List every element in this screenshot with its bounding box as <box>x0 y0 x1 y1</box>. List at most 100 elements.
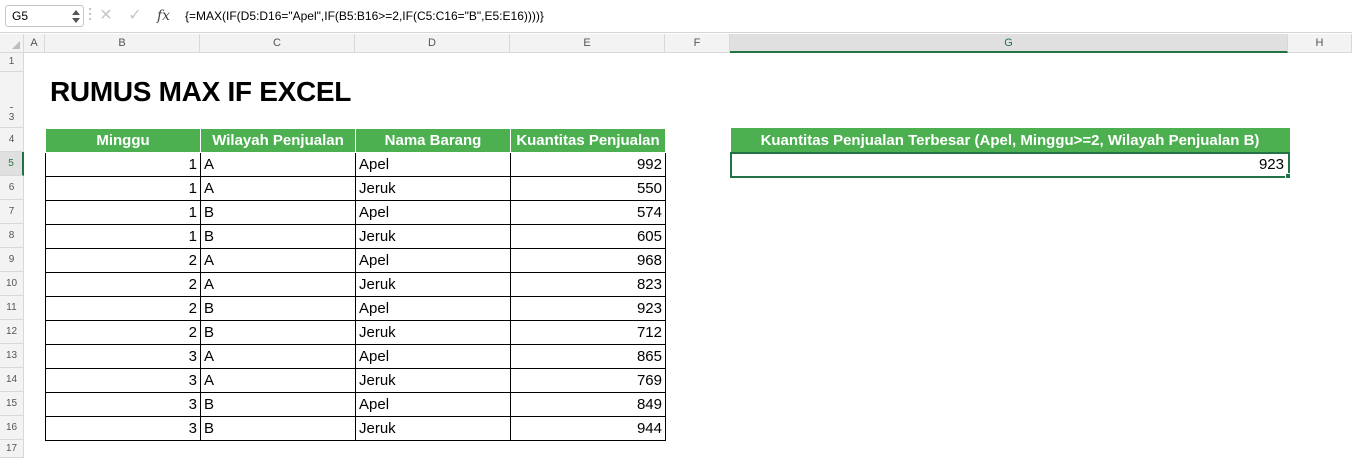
cell-wilayah[interactable]: B <box>200 224 356 249</box>
cell-kuantitas[interactable]: 550 <box>510 176 666 201</box>
cell-kuantitas[interactable]: 944 <box>510 416 666 441</box>
name-box-value: G5 <box>12 9 29 23</box>
select-all-button[interactable] <box>0 34 24 53</box>
cell-wilayah[interactable]: A <box>200 152 356 177</box>
row-header-8[interactable]: 8 <box>0 224 24 248</box>
cell-minggu[interactable]: 3 <box>45 368 201 393</box>
cell-nama-barang[interactable]: Apel <box>355 200 511 225</box>
cell-minggu[interactable]: 3 <box>45 416 201 441</box>
cell-minggu[interactable]: 2 <box>45 272 201 297</box>
row-header-10[interactable]: 10 <box>0 272 24 296</box>
name-box-stepper-icon[interactable] <box>72 8 80 24</box>
row-header-9[interactable]: 9 <box>0 248 24 272</box>
cell-minggu[interactable]: 2 <box>45 320 201 345</box>
cell-kuantitas[interactable]: 823 <box>510 272 666 297</box>
name-box[interactable]: G5 <box>5 5 84 27</box>
row-header-5[interactable]: 5 <box>0 152 24 176</box>
cell-minggu[interactable]: 1 <box>45 176 201 201</box>
sheet-title[interactable]: RUMUS MAX IF EXCEL <box>50 76 351 108</box>
header-wilayah-penjualan[interactable]: Wilayah Penjualan <box>200 128 356 153</box>
row-header-11[interactable]: 11 <box>0 296 24 320</box>
header-kuantitas-penjualan[interactable]: Kuantitas Penjualan <box>510 128 666 153</box>
cell-kuantitas[interactable]: 849 <box>510 392 666 417</box>
cell-kuantitas[interactable]: 769 <box>510 368 666 393</box>
cell-minggu[interactable]: 3 <box>45 344 201 369</box>
column-header-c[interactable]: C <box>200 34 355 53</box>
formula-input[interactable]: {=MAX(IF(D5:D16="Apel",IF(B5:B16>=2,IF(C… <box>185 8 544 24</box>
row-header-6[interactable]: 6 <box>0 176 24 200</box>
cell-nama-barang[interactable]: Apel <box>355 296 511 321</box>
column-header-f[interactable]: F <box>665 34 730 53</box>
row-header-16[interactable]: 16 <box>0 416 24 440</box>
row-header-1[interactable]: 1 <box>0 53 24 72</box>
row-header-7[interactable]: 7 <box>0 200 24 224</box>
close-icon[interactable]: ✕ <box>95 6 117 26</box>
column-header-a[interactable]: A <box>24 34 45 53</box>
cell-minggu[interactable]: 1 <box>45 224 201 249</box>
cell-nama-barang[interactable]: Jeruk <box>355 272 511 297</box>
table-row: 2 A Apel 968 <box>45 248 666 273</box>
cell-wilayah[interactable]: A <box>200 344 356 369</box>
cell-wilayah[interactable]: B <box>200 296 356 321</box>
sales-table: Minggu Wilayah Penjualan Nama Barang Kua… <box>45 128 666 441</box>
cell-wilayah[interactable]: B <box>200 416 356 441</box>
table-header-row: Minggu Wilayah Penjualan Nama Barang Kua… <box>45 128 666 153</box>
header-nama-barang[interactable]: Nama Barang <box>355 128 511 153</box>
row-header-15[interactable]: 15 <box>0 392 24 416</box>
cell-wilayah[interactable]: B <box>200 200 356 225</box>
check-icon[interactable]: ✓ <box>124 6 146 26</box>
cell-nama-barang[interactable]: Apel <box>355 344 511 369</box>
cell-kuantitas[interactable]: 968 <box>510 248 666 273</box>
cell-nama-barang[interactable]: Apel <box>355 152 511 177</box>
table-row: 1 B Apel 574 <box>45 200 666 225</box>
cell-nama-barang[interactable]: Jeruk <box>355 320 511 345</box>
cell-kuantitas[interactable]: 574 <box>510 200 666 225</box>
cell-nama-barang[interactable]: Jeruk <box>355 416 511 441</box>
cell-wilayah[interactable]: A <box>200 272 356 297</box>
row-header-14[interactable]: 14 <box>0 368 24 392</box>
row-header-3[interactable]: 3 <box>0 108 24 128</box>
cell-kuantitas[interactable]: 605 <box>510 224 666 249</box>
table-row: 1 B Jeruk 605 <box>45 224 666 249</box>
cell-nama-barang[interactable]: Apel <box>355 248 511 273</box>
column-header-h[interactable]: H <box>1288 34 1352 53</box>
cell-nama-barang[interactable]: Jeruk <box>355 224 511 249</box>
table-row: 3 A Apel 865 <box>45 344 666 369</box>
cell-wilayah[interactable]: B <box>200 320 356 345</box>
cell-minggu[interactable]: 1 <box>45 200 201 225</box>
cell-wilayah[interactable]: A <box>200 368 356 393</box>
formula-bar: G5 ✕ ✓ fx {=MAX(IF(D5:D16="Apel",IF(B5:B… <box>0 0 1352 33</box>
fill-handle[interactable] <box>1285 173 1291 179</box>
table-row: 3 B Apel 849 <box>45 392 666 417</box>
row-header-17[interactable]: 17 <box>0 440 24 458</box>
insert-function-button[interactable]: fx <box>157 6 177 26</box>
table-row: 1 A Jeruk 550 <box>45 176 666 201</box>
cell-nama-barang[interactable]: Jeruk <box>355 368 511 393</box>
column-header-d[interactable]: D <box>355 34 510 53</box>
cell-minggu[interactable]: 1 <box>45 152 201 177</box>
cell-kuantitas[interactable]: 992 <box>510 152 666 177</box>
column-header-g[interactable]: G <box>730 34 1288 53</box>
cell-wilayah[interactable]: A <box>200 248 356 273</box>
cell-minggu[interactable]: 2 <box>45 296 201 321</box>
column-header-e[interactable]: E <box>510 34 665 53</box>
row-header-12[interactable]: 12 <box>0 320 24 344</box>
table-row: 1 A Apel 992 <box>45 152 666 177</box>
result-header[interactable]: Kuantitas Penjualan Terbesar (Apel, Ming… <box>730 128 1290 153</box>
cell-nama-barang[interactable]: Apel <box>355 392 511 417</box>
table-row: 3 A Jeruk 769 <box>45 368 666 393</box>
cell-minggu[interactable]: 3 <box>45 392 201 417</box>
formula-bar-grip <box>89 8 91 24</box>
row-header-4[interactable]: 4 <box>0 128 24 152</box>
cell-wilayah[interactable]: A <box>200 176 356 201</box>
cell-kuantitas[interactable]: 712 <box>510 320 666 345</box>
cell-kuantitas[interactable]: 923 <box>510 296 666 321</box>
cell-minggu[interactable]: 2 <box>45 248 201 273</box>
row-header-13[interactable]: 13 <box>0 344 24 368</box>
column-header-b[interactable]: B <box>45 34 200 53</box>
result-cell-g5[interactable]: 923 <box>730 151 1290 178</box>
cell-kuantitas[interactable]: 865 <box>510 344 666 369</box>
cell-nama-barang[interactable]: Jeruk <box>355 176 511 201</box>
header-minggu[interactable]: Minggu <box>45 128 201 153</box>
cell-wilayah[interactable]: B <box>200 392 356 417</box>
